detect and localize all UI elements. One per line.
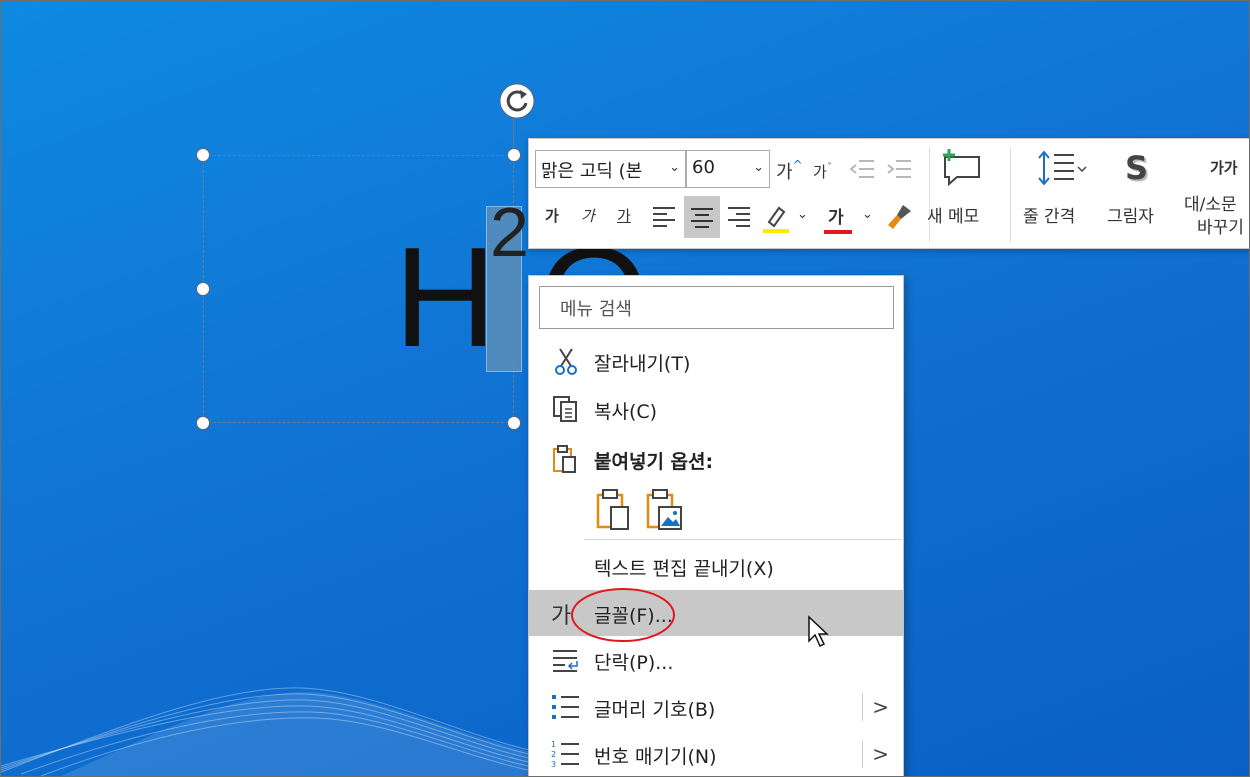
align-left-icon[interactable] bbox=[651, 205, 677, 227]
underline-button[interactable]: 가 bbox=[617, 205, 631, 226]
annotation-circle bbox=[571, 588, 675, 642]
menu-item-label: 붙여넣기 옵션: bbox=[594, 451, 714, 473]
align-center-button[interactable] bbox=[684, 196, 720, 238]
line-spacing-label[interactable]: 줄 간격 bbox=[1023, 202, 1075, 227]
paste-picture-icon[interactable] bbox=[644, 488, 686, 532]
rotate-handle-icon[interactable] bbox=[499, 83, 535, 119]
menu-item-label: 복사(C) bbox=[594, 401, 658, 423]
new-comment-icon[interactable] bbox=[939, 147, 983, 187]
mini-toolbar: 맑은 고딕 (본 ⌄ 60 ⌄ 가^ 가ˇ 가 가 가 ⌄ 가 ⌄ 새 메모 줄… bbox=[528, 138, 1249, 249]
caret-up-icon: ^ bbox=[792, 158, 803, 172]
svg-text:1: 1 bbox=[551, 740, 556, 749]
grow-font-button[interactable]: 가^ bbox=[776, 158, 803, 184]
menu-item-label: 번호 매기기(N) bbox=[594, 746, 717, 768]
menu-item-copy[interactable]: 복사(C) bbox=[529, 386, 903, 432]
background-wave-decoration bbox=[1, 687, 561, 776]
align-center-icon bbox=[691, 208, 713, 228]
text-h[interactable]: H bbox=[394, 227, 497, 369]
font-size-combo[interactable]: 60 ⌄ bbox=[686, 150, 770, 188]
context-menu: 메뉴 검색 잘라내기(T) 복사(C) 붙여넣기 옵션: 텍스트 편집 끝내기(… bbox=[528, 275, 904, 776]
numbered-list-icon: 123 bbox=[551, 740, 579, 769]
grow-font-glyph: 가 bbox=[776, 162, 793, 183]
font-name-combo[interactable]: 맑은 고딕 (본 ⌄ bbox=[535, 150, 686, 188]
paragraph-icon bbox=[553, 650, 578, 672]
caret-down-icon: ˇ bbox=[826, 161, 833, 174]
toolbar-separator bbox=[1010, 147, 1011, 242]
chevron-down-icon[interactable]: ⌄ bbox=[797, 207, 808, 222]
chevron-down-icon[interactable]: ⌄ bbox=[862, 207, 873, 222]
clipboard-icon bbox=[553, 445, 576, 473]
toolbar-separator bbox=[929, 147, 930, 242]
format-painter-icon[interactable] bbox=[885, 203, 915, 233]
menu-item-bullets[interactable]: 글머리 기호(B) > bbox=[529, 684, 903, 730]
font-size-value: 60 bbox=[692, 157, 715, 178]
menu-search-input[interactable]: 메뉴 검색 bbox=[539, 286, 894, 329]
resize-handle-bottom-right[interactable] bbox=[507, 416, 521, 430]
submenu-separator bbox=[862, 693, 863, 721]
font-color-glyph: 가 bbox=[828, 208, 844, 228]
menu-item-paste-options: 붙여넣기 옵션: bbox=[529, 436, 903, 482]
font-color-swatch bbox=[824, 230, 852, 234]
decrease-indent-icon[interactable] bbox=[849, 157, 875, 181]
resize-handle-middle-left[interactable] bbox=[196, 282, 210, 296]
align-right-icon[interactable] bbox=[726, 205, 752, 227]
menu-item-cut[interactable]: 잘라내기(T) bbox=[529, 338, 903, 384]
submenu-separator bbox=[862, 740, 863, 768]
slide-canvas[interactable]: H 2 O 맑은 고딕 (본 ⌄ 60 ⌄ 가^ 가ˇ 가 가 가 bbox=[0, 0, 1250, 777]
scissors-icon bbox=[555, 348, 577, 375]
menu-item-paragraph[interactable]: 단락(P)... bbox=[529, 637, 903, 683]
line-spacing-icon[interactable] bbox=[1036, 149, 1090, 189]
menu-item-label: 텍스트 편집 끝내기(X) bbox=[594, 558, 774, 580]
highlight-pen-icon[interactable] bbox=[761, 202, 791, 234]
chevron-right-icon[interactable]: > bbox=[872, 742, 889, 766]
shrink-font-glyph: 가 bbox=[813, 163, 827, 181]
menu-item-numbering[interactable]: 123 번호 매기기(N) > bbox=[529, 731, 903, 776]
shadow-icon[interactable]: S bbox=[1125, 149, 1148, 187]
shrink-font-button[interactable]: 가ˇ bbox=[813, 161, 832, 182]
highlight-color-swatch bbox=[763, 229, 789, 233]
change-case-label-line1[interactable]: 대/소문 bbox=[1184, 190, 1237, 215]
svg-text:3: 3 bbox=[551, 760, 556, 769]
increase-indent-icon[interactable] bbox=[886, 157, 912, 181]
resize-handle-bottom-left[interactable] bbox=[196, 416, 210, 430]
chevron-down-icon[interactable]: ⌄ bbox=[753, 160, 764, 175]
font-name-value: 맑은 고딕 (본 bbox=[541, 161, 643, 182]
mouse-cursor-icon bbox=[808, 615, 829, 648]
bold-button[interactable]: 가 bbox=[545, 205, 559, 226]
italic-button[interactable]: 가 bbox=[581, 205, 595, 226]
chevron-right-icon[interactable]: > bbox=[872, 695, 889, 719]
new-comment-label[interactable]: 새 메모 bbox=[927, 202, 979, 227]
svg-text:2: 2 bbox=[551, 750, 556, 759]
change-case-icon[interactable]: 가가 bbox=[1210, 157, 1238, 178]
paste-keep-text-icon[interactable] bbox=[594, 488, 634, 532]
menu-item-label: 글머리 기호(B) bbox=[594, 699, 716, 721]
text-superscript-2[interactable]: 2 bbox=[490, 197, 529, 267]
menu-item-label: 잘라내기(T) bbox=[594, 353, 691, 375]
shadow-label[interactable]: 그림자 bbox=[1107, 202, 1154, 227]
bullet-list-icon bbox=[552, 695, 579, 719]
font-color-button[interactable]: 가 bbox=[828, 203, 844, 228]
menu-separator bbox=[584, 539, 902, 540]
change-case-label-line2[interactable]: 바꾸기 bbox=[1197, 213, 1244, 238]
resize-handle-top-right[interactable] bbox=[507, 148, 521, 162]
copy-icon bbox=[553, 396, 577, 422]
resize-handle-top-left[interactable] bbox=[196, 148, 210, 162]
chevron-down-icon[interactable]: ⌄ bbox=[669, 160, 680, 175]
menu-item-label: 단락(P)... bbox=[594, 652, 674, 674]
